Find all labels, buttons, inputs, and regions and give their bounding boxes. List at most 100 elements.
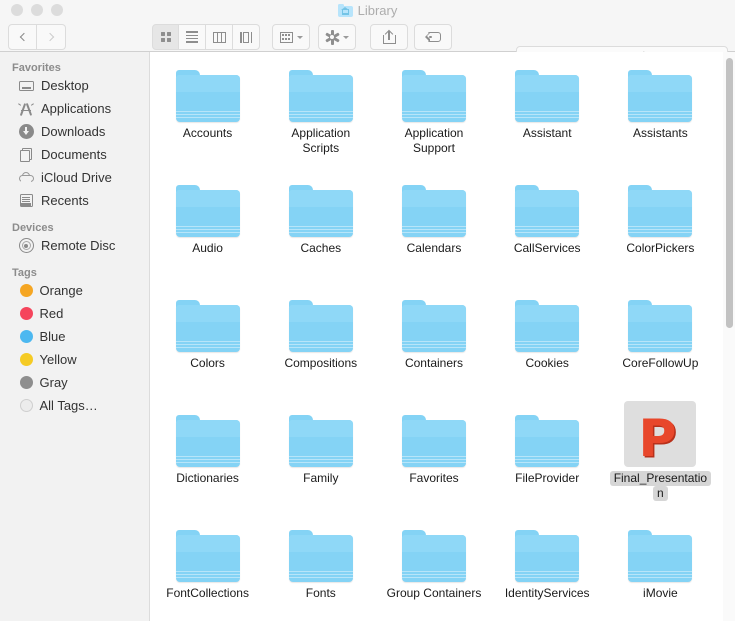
columns-icon (212, 31, 226, 43)
item-label-line: Containers (404, 356, 463, 370)
folder-icon (285, 171, 357, 237)
sidebar-item-gray[interactable]: Gray (0, 371, 149, 394)
item-label-line: ColorPickers (626, 241, 695, 255)
folder-icon (398, 286, 470, 352)
folder-glyph (515, 530, 580, 582)
back-button[interactable] (8, 24, 37, 50)
sidebar-item-remote-disc[interactable]: Remote Disc (0, 234, 149, 257)
folder-item[interactable]: ColorPickers (604, 167, 717, 282)
item-label: Accounts (151, 126, 264, 141)
sidebar-item-label: Blue (39, 329, 66, 344)
sidebar-item-downloads[interactable]: Downloads (0, 120, 149, 143)
folder-item[interactable]: Application Support (377, 52, 490, 167)
folder-glyph (175, 530, 240, 582)
item-label-line: CallServices (513, 241, 581, 255)
arrange-button[interactable] (272, 24, 310, 50)
folder-item[interactable]: Family (264, 397, 377, 512)
folder-icon (511, 401, 583, 467)
sidebar-item-label: Yellow (39, 352, 77, 367)
folder-item[interactable]: Calendars (377, 167, 490, 282)
item-label: Calendars (377, 241, 490, 256)
item-label-line: Assistants (633, 126, 688, 140)
icon-view-button[interactable] (152, 24, 179, 50)
folder-item[interactable]: CallServices (491, 167, 604, 282)
folder-item[interactable]: Containers (377, 282, 490, 397)
folder-icon (511, 171, 583, 237)
item-label: Application Support (377, 126, 490, 156)
item-label-line: FontCollections (166, 586, 249, 600)
tag-dot-icon (19, 307, 33, 320)
item-label: Colors (151, 356, 264, 371)
sidebar-item-blue[interactable]: Blue (0, 325, 149, 348)
folder-item[interactable]: Assistants (604, 52, 717, 167)
folder-glyph (628, 300, 693, 352)
gallery-view-button[interactable] (233, 24, 260, 50)
folder-item[interactable]: IdentityServices (491, 512, 604, 621)
folder-item[interactable]: Caches (264, 167, 377, 282)
folder-item[interactable]: FileProvider (491, 397, 604, 512)
sidebar-item-icloud-drive[interactable]: iCloud Drive (0, 166, 149, 189)
view-mode-group (152, 24, 260, 50)
item-label-line: Support (412, 141, 455, 155)
item-label: Dictionaries (151, 471, 264, 486)
folder-item[interactable]: Accounts (151, 52, 264, 167)
list-view-button[interactable] (179, 24, 206, 50)
item-label: Fonts (264, 586, 377, 601)
folder-item[interactable]: Cookies (491, 282, 604, 397)
folder-item[interactable]: Assistant (491, 52, 604, 167)
sidebar-item-desktop[interactable]: Desktop (0, 74, 149, 97)
folder-item[interactable]: Favorites (377, 397, 490, 512)
folder-glyph (175, 185, 240, 237)
applications-icon (17, 101, 35, 117)
folder-item[interactable]: FontCollections (151, 512, 264, 621)
action-button[interactable] (318, 24, 356, 50)
sidebar-item-label: Gray (39, 375, 68, 390)
folder-icon (285, 286, 357, 352)
arrange-group (272, 24, 310, 50)
item-label: Caches (264, 241, 377, 256)
edit-tags-button[interactable] (414, 24, 452, 50)
folder-icon (624, 171, 696, 237)
tag-icon (425, 32, 441, 42)
sidebar-item-label: Documents (41, 147, 107, 162)
sidebar-item-orange[interactable]: Orange (0, 279, 149, 302)
scrollbar-track[interactable] (723, 52, 735, 621)
folder-item[interactable]: Group Containers (377, 512, 490, 621)
column-view-button[interactable] (206, 24, 233, 50)
sidebar-item-red[interactable]: Red (0, 302, 149, 325)
file-grid-container[interactable]: Accounts Application Scripts Application Sup… (151, 52, 735, 621)
folder-icon (172, 286, 244, 352)
scrollbar-thumb[interactable] (726, 58, 733, 328)
folder-glyph (628, 70, 693, 122)
list-icon (186, 31, 198, 43)
folder-item[interactable]: Dictionaries (151, 397, 264, 512)
folder-glyph (288, 530, 353, 582)
item-label-line: Compositions (284, 356, 358, 370)
chevron-down-icon (343, 35, 349, 39)
share-group (370, 24, 408, 50)
folder-icon (172, 56, 244, 122)
folder-item[interactable]: Fonts (264, 512, 377, 621)
sidebar-item-documents[interactable]: Documents (0, 143, 149, 166)
sidebar-item-label: Applications (41, 101, 112, 116)
item-label: CoreFollowUp (604, 356, 717, 371)
sidebar-item-recents[interactable]: Recents (0, 189, 149, 212)
folder-item[interactable]: iMovie (604, 512, 717, 621)
sidebar-item-all-tags[interactable]: All Tags… (0, 394, 149, 417)
item-label: Audio (151, 241, 264, 256)
folder-item[interactable]: CoreFollowUp (604, 282, 717, 397)
folder-item[interactable]: Audio (151, 167, 264, 282)
folder-item[interactable]: Compositions (264, 282, 377, 397)
share-button[interactable] (370, 24, 408, 50)
sidebar-item-yellow[interactable]: Yellow (0, 348, 149, 371)
toolbar: Search (0, 22, 735, 68)
sidebar-item-label: Orange (39, 283, 83, 298)
sidebar-item-applications[interactable]: Applications (0, 97, 149, 120)
sidebar-item-label: All Tags… (39, 398, 98, 413)
sidebar-item-label: Desktop (41, 78, 89, 93)
folder-item[interactable]: Colors (151, 282, 264, 397)
file-item[interactable]: P Final_Presentatio n (604, 397, 717, 512)
sidebar-item-label: Red (39, 306, 64, 321)
folder-item[interactable]: Application Scripts (264, 52, 377, 167)
forward-button[interactable] (37, 24, 66, 50)
